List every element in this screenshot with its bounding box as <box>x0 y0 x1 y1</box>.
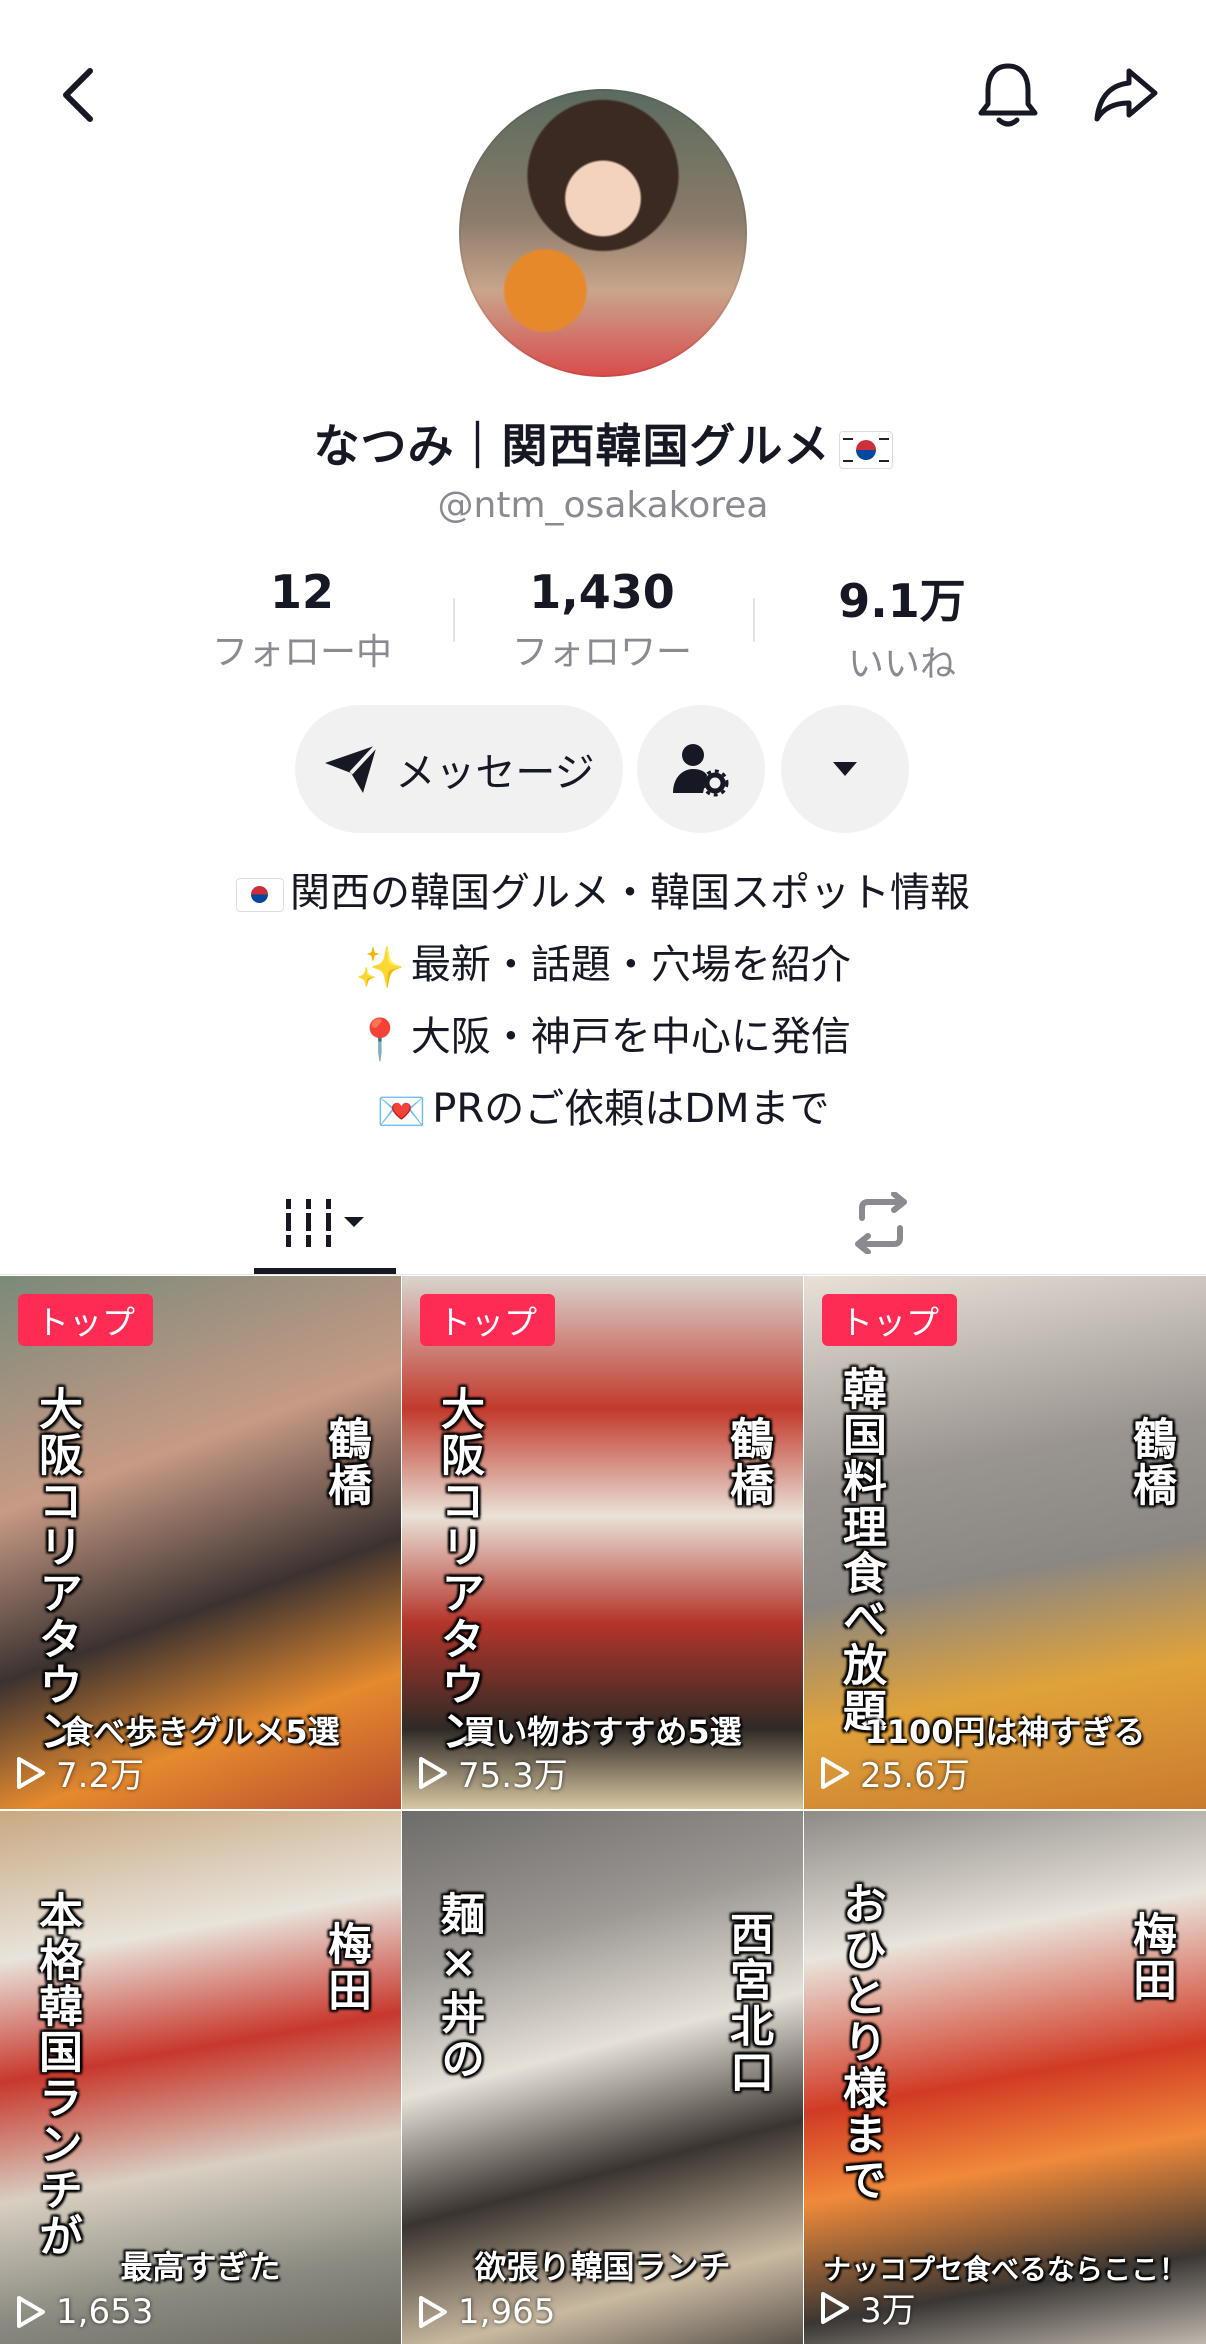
view-count: 7.2万 <box>16 1748 144 1797</box>
video-caption: 最高すぎた <box>120 2248 281 2286</box>
video-tile[interactable]: トップ 韓国料理食べ放題 鶴橋 1100円は神すぎる 25.6万 <box>804 1276 1206 1809</box>
play-icon <box>821 2291 849 2324</box>
video-place: 梅田 <box>1125 1911 1176 2003</box>
view-count: 1,965 <box>418 2292 555 2332</box>
send-icon <box>325 743 379 793</box>
stat-following[interactable]: 12 フォロー中 <box>152 565 452 675</box>
caret-down-icon <box>833 762 857 776</box>
korea-flag-icon <box>838 430 893 469</box>
video-place: 鶴橋 <box>1125 1416 1176 1508</box>
top-badge: トップ <box>18 1294 153 1346</box>
tab-reposts[interactable] <box>810 1170 952 1276</box>
video-tile[interactable]: おひとり様まで 梅田 ナッコプセ食べるならここ！ 3万 <box>804 1811 1206 2344</box>
play-icon <box>419 1756 447 1789</box>
active-tab-indicator <box>254 1268 396 1274</box>
bio-text: 大阪・神戸を中心に発信 <box>410 1014 851 1060</box>
play-icon <box>821 1756 849 1789</box>
video-title: 本格韓国ランチが <box>31 1891 82 2259</box>
video-place: 鶴橋 <box>722 1416 773 1508</box>
video-caption: 欲張り韓国ランチ <box>474 2248 731 2286</box>
stat-label: フォロワー <box>511 632 692 673</box>
bio-text: 最新・話題・穴場を紹介 <box>410 942 851 988</box>
share-arrow-icon <box>1094 68 1158 122</box>
view-count: 3万 <box>820 2283 916 2332</box>
pin-icon: 📍 <box>355 1016 405 1063</box>
display-name: なつみ｜関西韓国グルメ <box>313 419 831 473</box>
view-count: 1,653 <box>16 2292 153 2332</box>
user-gear-icon <box>673 744 729 797</box>
video-place: 西宮北口 <box>722 1911 773 2095</box>
video-title: 大阪コリアタウン <box>433 1386 484 1754</box>
bell-icon <box>978 63 1038 127</box>
stat-value: 12 <box>269 565 334 619</box>
view-count: 25.6万 <box>820 1748 970 1797</box>
video-title: 麺×丼の <box>433 1891 484 2082</box>
stat-likes[interactable]: 9.1万 いいね <box>752 565 1052 687</box>
stat-label: いいね <box>847 644 956 685</box>
video-caption: ナッコプセ食べるならここ！ <box>822 2253 1187 2286</box>
stat-followers[interactable]: 1,430 フォロワー <box>452 565 752 675</box>
view-count: 75.3万 <box>418 1748 568 1797</box>
friends-settings-button[interactable] <box>637 705 765 833</box>
video-title: おひとり様まで <box>835 1881 886 2203</box>
video-tile[interactable]: 本格韓国ランチが 梅田 最高すぎた 1,653 <box>0 1811 401 2344</box>
video-title: 大阪コリアタウン <box>31 1386 82 1754</box>
stat-value: 1,430 <box>529 565 675 619</box>
back-button[interactable] <box>38 55 118 135</box>
love-letter-icon: 💌 <box>376 1088 427 1135</box>
avatar[interactable] <box>459 89 747 377</box>
video-tile[interactable]: 麺×丼の 西宮北口 欲張り韓国ランチ 1,965 <box>402 1811 803 2344</box>
view-count-value: 75.3万 <box>458 1756 568 1796</box>
video-tile[interactable]: トップ 大阪コリアタウン 鶴橋 買い物おすすめ5選 75.3万 <box>402 1276 803 1809</box>
bio-line: 💌 PRのご依頼はDMまで <box>0 1076 1206 1135</box>
video-place: 鶴橋 <box>320 1416 371 1508</box>
tab-divider <box>0 1274 1206 1275</box>
stat-value: 9.1万 <box>838 574 966 628</box>
video-caption: 食べ歩きグルメ5選 <box>61 1713 340 1751</box>
bio-text: 関西の韓国グルメ・韓国スポット情報 <box>290 870 970 916</box>
bio-line: 📍 大阪・神戸を中心に発信 <box>0 1004 1206 1063</box>
view-count-value: 1,653 <box>56 2292 154 2332</box>
display-name-row: なつみ｜関西韓国グルメ <box>0 410 1206 476</box>
more-dropdown-button[interactable] <box>781 705 909 833</box>
chevron-left-icon <box>63 68 93 122</box>
sparkles-icon: ✨ <box>355 944 405 991</box>
video-caption: 買い物おすすめ5選 <box>463 1713 742 1751</box>
notification-button[interactable] <box>968 55 1048 135</box>
view-count-value: 3万 <box>860 2291 916 2331</box>
korea-flag-icon <box>236 878 284 912</box>
bio-line: 関西の韓国グルメ・韓国スポット情報 <box>0 860 1206 918</box>
view-count-value: 1,965 <box>458 2292 556 2332</box>
view-count-value: 25.6万 <box>860 1756 970 1796</box>
message-label: メッセージ <box>395 750 595 796</box>
bio-text: PRのご依頼はDMまで <box>432 1086 830 1132</box>
play-icon <box>419 2296 447 2328</box>
top-badge: トップ <box>822 1294 957 1346</box>
grid-icon <box>284 1199 364 1247</box>
view-count-value: 7.2万 <box>56 1756 145 1796</box>
video-place: 梅田 <box>320 1921 371 2013</box>
video-caption: 1100円は神すぎる <box>864 1713 1146 1751</box>
message-button[interactable]: メッセージ <box>295 705 623 833</box>
play-icon <box>17 2296 45 2328</box>
video-title: 韓国料理食べ放題 <box>835 1366 886 1734</box>
play-icon <box>17 1756 45 1789</box>
top-badge: トップ <box>420 1294 555 1346</box>
repost-icon <box>855 1192 907 1254</box>
username-handle: @ntm_osakakorea <box>437 485 769 526</box>
share-button[interactable] <box>1086 55 1166 135</box>
bio-line: ✨ 最新・話題・穴場を紹介 <box>0 932 1206 991</box>
video-tile[interactable]: トップ 大阪コリアタウン 鶴橋 食べ歩きグルメ5選 7.2万 <box>0 1276 401 1809</box>
tab-videos[interactable] <box>254 1170 396 1276</box>
stat-label: フォロー中 <box>211 632 392 673</box>
